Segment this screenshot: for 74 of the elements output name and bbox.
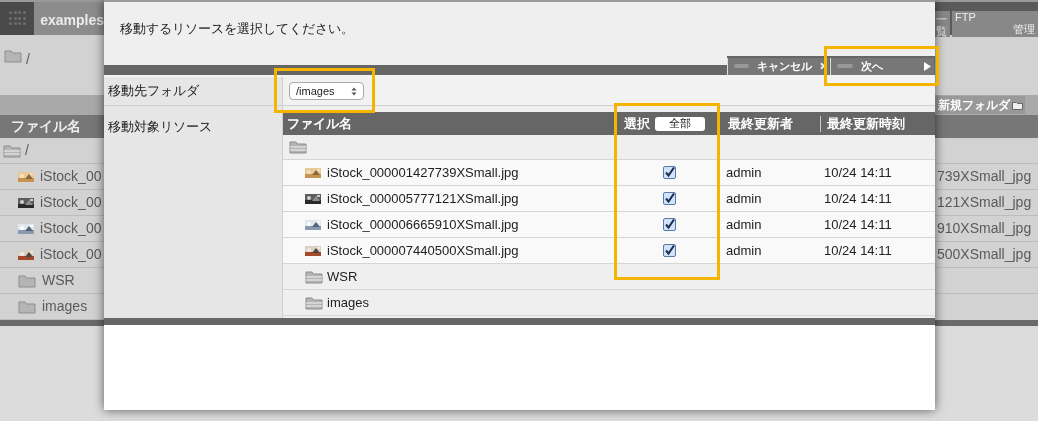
table-row[interactable]: / [0, 138, 104, 164]
dialog-message: 移動するリソースを選択してください。 [120, 20, 354, 39]
folder-icon [18, 273, 36, 288]
table-cell: 10/24 14:11 [824, 164, 892, 180]
file-name[interactable]: iStock_000006665910XSmall.jpg [327, 214, 519, 235]
table-row[interactable]: iStock_00 [0, 164, 104, 190]
table-row[interactable]: iStock_000005777121XSmall.jpg admin 10/24 14:11 [283, 186, 935, 212]
file-name[interactable]: iStock_00 [40, 244, 102, 265]
cancel-button[interactable]: キャンセル [727, 57, 829, 75]
table-row[interactable]: 739XSmall_jpg [935, 164, 1038, 190]
checkbox[interactable] [663, 166, 676, 179]
checkbox[interactable] [663, 244, 676, 257]
table-row[interactable]: iStock_00 [0, 242, 104, 268]
app-logo[interactable] [0, 2, 35, 35]
table-cell: admin [726, 216, 762, 232]
new-folder-button[interactable]: 新規フォルダ [936, 96, 1025, 114]
nav-button[interactable]: FTP 管理 [952, 11, 1038, 37]
table-cell: admin [726, 190, 762, 206]
folder-stack-icon [305, 295, 323, 310]
table-row[interactable]: 121XSmall_jpg [935, 190, 1038, 216]
file-name[interactable]: iStock_000007440500XSmall.jpg [327, 240, 519, 261]
table-cell: 10/24 14:11 [824, 216, 892, 232]
file-name[interactable]: 500XSmall_jpg [937, 244, 1032, 265]
file-name[interactable]: iStock_00 [40, 166, 102, 187]
root-folder[interactable]: / [25, 140, 29, 161]
folder-name[interactable]: WSR [327, 266, 358, 287]
table-row[interactable]: 910XSmall_jpg [935, 216, 1038, 242]
field-label: 移動対象リソース [108, 119, 212, 134]
file-name[interactable]: 739XSmall_jpg [937, 166, 1032, 187]
next-button[interactable]: 次へ [830, 57, 934, 75]
table-row[interactable]: WSR [283, 264, 935, 290]
nav-button[interactable]: 一覧 [935, 11, 950, 37]
field-label: 移動先フォルダ [108, 82, 199, 101]
column-header: ファイル名 [287, 115, 352, 131]
table-row[interactable]: images [283, 290, 935, 316]
table-row[interactable]: iStock_00 [0, 216, 104, 242]
checkbox[interactable] [663, 218, 676, 231]
play-arrow-icon [923, 60, 932, 72]
folder-name[interactable]: images [327, 292, 369, 313]
select-all-button[interactable]: 全部 [655, 116, 705, 131]
table-cell: 10/24 14:11 [824, 190, 892, 206]
updown-caret-icon [351, 86, 357, 96]
folder-icon [18, 299, 36, 314]
column-header: 選択 [624, 114, 650, 133]
file-name[interactable]: iStock_000005777121XSmall.jpg [327, 188, 519, 209]
file-name[interactable]: iStock_00 [40, 192, 102, 213]
table-row[interactable]: iStock_000007440500XSmall.jpg admin 10/24 14:11 [283, 238, 935, 264]
folder-stack-icon [289, 140, 307, 154]
column-header: ファイル名 [11, 117, 81, 136]
folder-select[interactable]: /images [289, 82, 364, 100]
file-name[interactable]: 121XSmall_jpg [937, 192, 1032, 213]
folder-stack-icon [3, 143, 21, 158]
table-row[interactable]: iStock_000001427739XSmall.jpg admin 10/24 14:11 [283, 160, 935, 186]
file-name[interactable]: iStock_00 [40, 218, 102, 239]
close-icon [819, 62, 827, 70]
folder-outline-icon [1012, 100, 1023, 110]
table-row[interactable]: iStock_000006665910XSmall.jpg admin 10/24 14:11 [283, 212, 935, 238]
table-row[interactable]: WSR [0, 268, 104, 294]
file-name[interactable]: iStock_000001427739XSmall.jpg [327, 162, 519, 183]
checkbox[interactable] [663, 192, 676, 205]
current-path: / [26, 50, 30, 69]
table-cell: 10/24 14:11 [824, 242, 892, 258]
app-name-tab[interactable]: examples [34, 2, 104, 35]
table-cell: admin [726, 164, 762, 180]
folder-name[interactable]: images [42, 296, 88, 317]
column-header: 最終更新時刻 [827, 114, 905, 133]
file-name[interactable]: 910XSmall_jpg [937, 218, 1032, 239]
folder-stack-icon [305, 269, 323, 284]
folder-icon [4, 49, 22, 63]
column-header: 最終更新者 [728, 115, 793, 131]
folder-name[interactable]: WSR [42, 270, 75, 291]
table-row[interactable]: iStock_00 [0, 190, 104, 216]
table-cell: admin [726, 242, 762, 258]
table-row[interactable]: 500XSmall_jpg [935, 242, 1038, 268]
